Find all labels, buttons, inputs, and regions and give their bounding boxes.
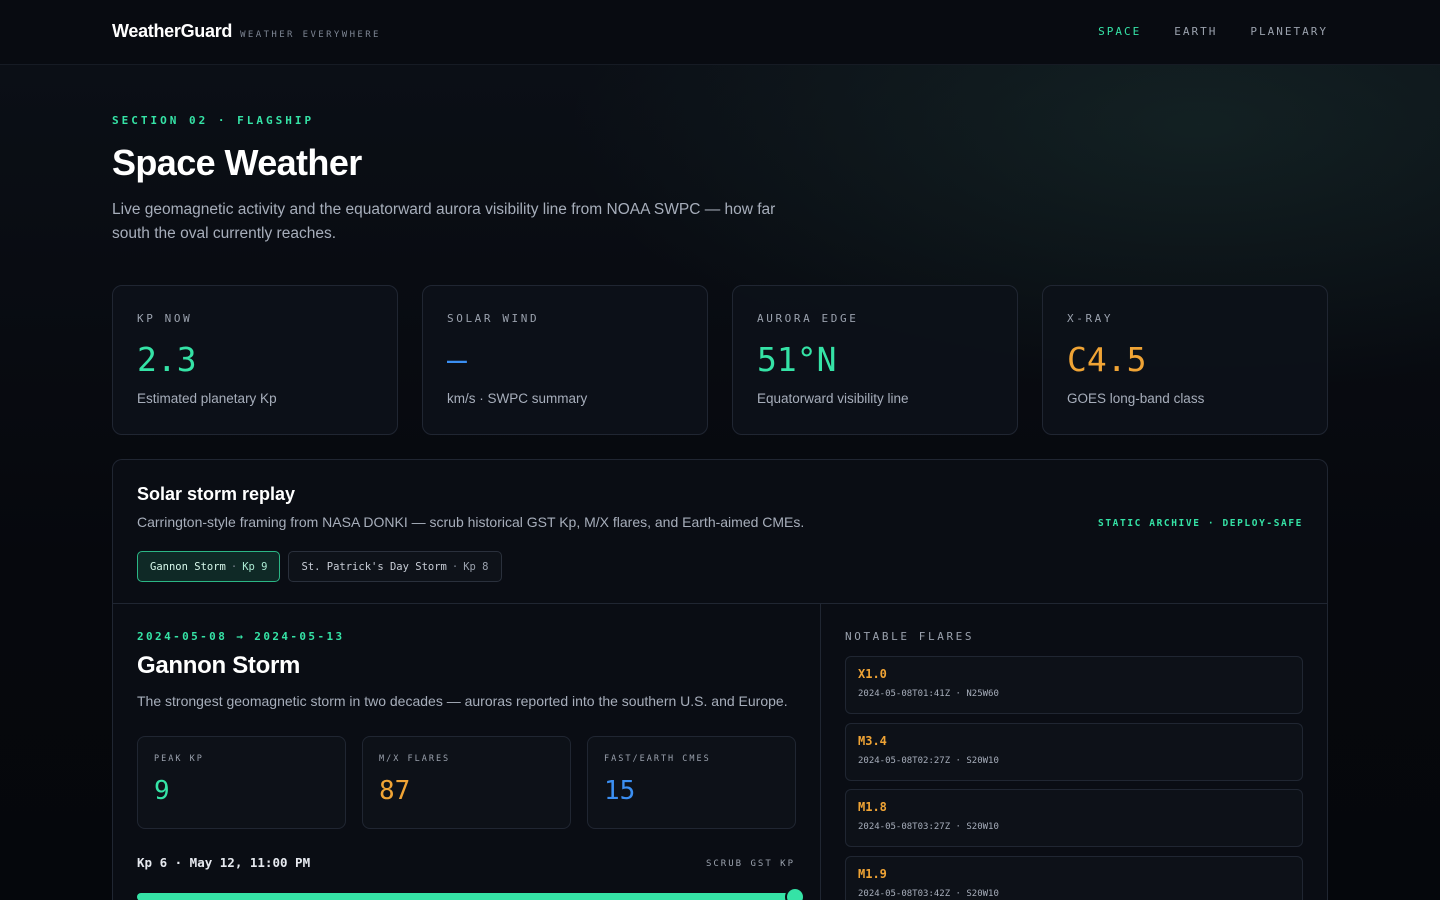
flare-meta: 2024-05-08T03:27Z · S20W10: [858, 822, 999, 832]
storm-tab-st-patricks[interactable]: St. Patrick's Day Storm · Kp 8: [288, 551, 502, 582]
storm-tab-kp: Kp 8: [463, 560, 489, 573]
storm-tabs: Gannon Storm · Kp 9 St. Patrick's Day St…: [137, 551, 502, 582]
notable-flares-list: X1.0 2024-05-08T01:41Z · N25W60 M3.4 202…: [845, 656, 1303, 900]
stat-label: SOLAR WIND: [447, 312, 540, 325]
metric-value: 9: [154, 776, 170, 806]
metric-label: PEAK KP: [154, 754, 204, 764]
stat-value: 51°N: [757, 340, 837, 379]
flare-meta: 2024-05-08T02:27Z · S20W10: [858, 755, 999, 766]
notable-flares-heading: NOTABLE FLARES: [845, 630, 975, 643]
brand-tagline: WEATHER EVERYWHERE: [240, 30, 381, 40]
storm-metrics: PEAK KP 9 M/X FLARES 87 FAST/EARTH CMES …: [137, 736, 796, 829]
main-nav: SPACE EARTH PLANETARY: [1098, 25, 1328, 38]
archive-badge: STATIC ARCHIVE · DEPLOY-SAFE: [1098, 518, 1303, 529]
page-title: Space Weather: [112, 142, 362, 183]
section-eyebrow: SECTION 02 · FLAGSHIP: [112, 114, 315, 127]
metric-value: 15: [604, 776, 636, 806]
flare-class: M1.8: [858, 800, 887, 814]
kp-scrub-slider[interactable]: [137, 889, 803, 900]
flare-item[interactable]: M3.4 2024-05-08T02:27Z · S20W10: [845, 722, 1303, 781]
storm-date-range: 2024-05-08 → 2024-05-13: [137, 630, 345, 643]
flare-class: M3.4: [858, 733, 887, 748]
stat-sub: Equatorward visibility line: [757, 391, 909, 406]
nav-earth[interactable]: EARTH: [1174, 25, 1217, 38]
stat-label: KP NOW: [137, 312, 193, 325]
stat-value: 2.3: [137, 340, 197, 379]
top-navigation-bar: WeatherGuard WEATHER EVERYWHERE SPACE EA…: [0, 0, 1440, 65]
storm-tab-name: Gannon Storm: [150, 560, 226, 573]
flare-item[interactable]: M1.8 2024-05-08T03:27Z · S20W10: [845, 789, 1303, 847]
solar-storm-replay-panel: Solar storm replay Carrington-style fram…: [112, 459, 1328, 900]
flare-item[interactable]: M1.9 2024-05-08T03:42Z · S20W10: [845, 855, 1303, 900]
stat-cards: KP NOW 2.3 Estimated planetary Kp SOLAR …: [112, 285, 1328, 435]
page-description: Live geomagnetic activity and the equato…: [112, 201, 776, 242]
stat-label: AURORA EDGE: [757, 312, 859, 325]
panel-divider: [113, 603, 1327, 604]
stat-label: X-RAY: [1067, 312, 1114, 325]
storm-name: Gannon Storm: [137, 652, 301, 679]
panel-description: Carrington-style framing from NASA DONKI…: [137, 514, 805, 530]
stat-sub: GOES long-band class: [1067, 391, 1205, 406]
panel-title: Solar storm replay: [137, 484, 296, 504]
brand[interactable]: WeatherGuard WEATHER EVERYWHERE: [112, 21, 381, 42]
stat-card-solar-wind: SOLAR WIND — km/s · SWPC summary: [422, 285, 708, 435]
metric-label: FAST/EARTH CMES: [604, 754, 711, 764]
brand-name: WeatherGuard: [112, 21, 233, 41]
stat-sub: Estimated planetary Kp: [137, 391, 277, 406]
storm-tab-separator: ·: [451, 560, 459, 573]
storm-tab-name: St. Patrick's Day Storm: [301, 560, 447, 573]
stat-sub: km/s · SWPC summary: [447, 391, 588, 406]
storm-tab-kp: Kp 9: [242, 560, 268, 573]
stat-card-x-ray: X-RAY C4.5 GOES long-band class: [1042, 285, 1328, 435]
metric-card-mx-flares: M/X FLARES 87: [362, 736, 571, 829]
scrub-slider-thumb[interactable]: [787, 889, 803, 900]
flare-meta: 2024-05-08T01:41Z · N25W60: [858, 689, 999, 699]
flare-class: M1.9: [858, 866, 887, 881]
flare-item[interactable]: X1.0 2024-05-08T01:41Z · N25W60: [845, 656, 1303, 714]
stat-value: C4.5: [1067, 340, 1147, 379]
column-divider: [820, 604, 821, 900]
scrub-slider-fill: [137, 893, 795, 900]
stat-card-aurora-edge: AURORA EDGE 51°N Equatorward visibility …: [732, 285, 1018, 435]
storm-description: The strongest geomagnetic storm in two d…: [137, 693, 788, 709]
scrub-label: SCRUB GST KP: [705, 859, 795, 869]
metric-card-peak-kp: PEAK KP 9: [137, 736, 346, 829]
stat-value: —: [447, 340, 467, 379]
storm-tab-gannon[interactable]: Gannon Storm · Kp 9: [137, 551, 281, 582]
metric-value: 87: [379, 776, 411, 806]
storm-tab-separator: ·: [230, 560, 238, 573]
metric-card-cmes: FAST/EARTH CMES 15: [587, 736, 796, 829]
nav-space[interactable]: SPACE: [1098, 25, 1141, 38]
flare-class: X1.0: [858, 667, 887, 681]
nav-planetary[interactable]: PLANETARY: [1250, 25, 1328, 38]
scrub-readout: Kp 6 · May 12, 11:00 PM: [137, 855, 311, 870]
metric-label: M/X FLARES: [379, 754, 451, 764]
stat-card-kp-now: KP NOW 2.3 Estimated planetary Kp: [112, 285, 398, 435]
flare-meta: 2024-05-08T03:42Z · S20W10: [858, 888, 999, 899]
